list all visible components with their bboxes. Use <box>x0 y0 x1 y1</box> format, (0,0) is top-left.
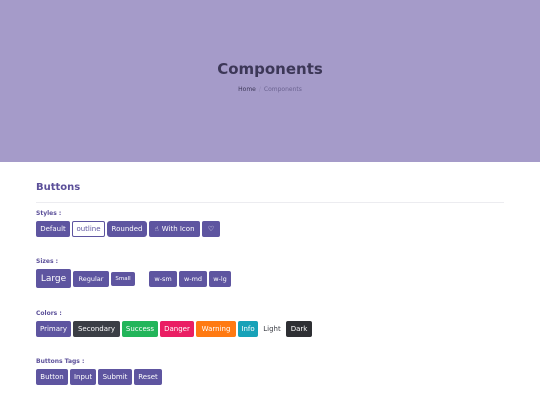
small-button[interactable]: Small <box>111 271 135 286</box>
with-icon-button[interactable]: ☝ With Icon <box>149 221 200 237</box>
outline-button[interactable]: outline <box>72 221 105 237</box>
sizes-row: Large Regular Small w-sm w-md w-lg <box>36 269 233 288</box>
secondary-button[interactable]: Secondary <box>73 321 120 337</box>
success-button[interactable]: Success <box>122 321 158 337</box>
styles-label: Styles : <box>36 210 62 217</box>
rounded-button-label: Rounded <box>111 225 143 233</box>
submit-tag-button[interactable]: Submit <box>98 369 132 385</box>
with-icon-button-label: With Icon <box>161 225 195 233</box>
input-tag-button[interactable]: Input <box>70 369 96 385</box>
dark-button[interactable]: Dark <box>286 321 312 337</box>
w-md-button[interactable]: w-md <box>179 270 207 287</box>
rounded-button[interactable]: Rounded <box>107 221 147 237</box>
regular-button[interactable]: Regular <box>73 270 109 287</box>
warning-button[interactable]: Warning <box>196 321 236 337</box>
default-button[interactable]: Default <box>36 221 70 237</box>
breadcrumb-home-link[interactable]: Home <box>238 86 256 93</box>
large-button[interactable]: Large <box>36 269 71 288</box>
reset-tag-button[interactable]: Reset <box>134 369 162 385</box>
button-tags-row: Button Input Submit Reset <box>36 369 164 385</box>
light-button[interactable]: Light <box>260 321 284 337</box>
breadcrumb-current: Components <box>263 86 302 93</box>
button-tags-label: Buttons Tags : <box>36 358 85 365</box>
sizes-label: Sizes : <box>36 258 58 265</box>
breadcrumb-separator: / <box>258 86 261 93</box>
section-divider <box>36 202 504 203</box>
button-tag-button[interactable]: Button <box>36 369 68 385</box>
heart-icon: ♡ <box>207 225 215 233</box>
colors-label: Colors : <box>36 310 62 317</box>
danger-button[interactable]: Danger <box>160 321 194 337</box>
page-title: Components <box>217 60 323 78</box>
page-hero-banner: Components Home / Components <box>0 0 540 162</box>
info-button[interactable]: Info <box>238 321 258 337</box>
styles-row: Default outline Rounded ☝ With Icon ♡ <box>36 221 222 237</box>
primary-button[interactable]: Primary <box>36 321 71 337</box>
w-lg-button[interactable]: w-lg <box>209 270 231 287</box>
colors-row: Primary Secondary Success Danger Warning… <box>36 321 314 337</box>
thumbs-up-icon: ☝ <box>154 225 159 233</box>
w-sm-button[interactable]: w-sm <box>149 270 177 287</box>
breadcrumb: Home / Components <box>0 86 540 93</box>
section-title: Buttons <box>36 182 81 193</box>
heart-button[interactable]: ♡ <box>202 221 220 237</box>
